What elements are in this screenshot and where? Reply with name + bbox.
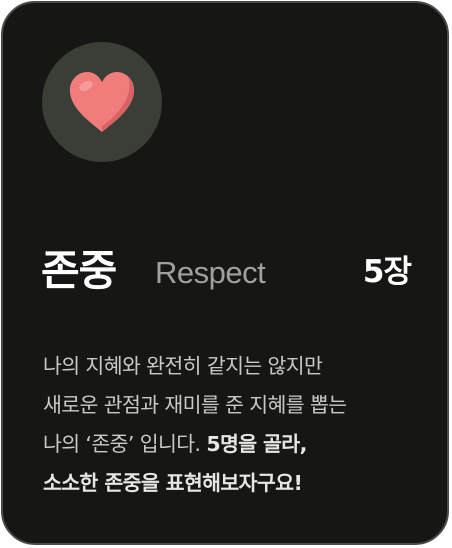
card-description: 나의 지혜와 완전히 같지는 않지만 새로운 관점과 재미를 준 지혜를 뽑는 … xyxy=(43,347,443,503)
respect-card[interactable]: 존중 Respect 5장 나의 지혜와 완전히 같지는 않지만 새로운 관점과… xyxy=(1,1,449,545)
description-text: 나의 ‘존중’ 입니다. xyxy=(43,432,207,456)
description-emphasis: 5명을 골라, xyxy=(206,432,307,456)
card-subtitle: Respect xyxy=(155,255,266,290)
description-line: 나의 지혜와 완전히 같지는 않지만 xyxy=(43,354,323,378)
card-count: 5장 xyxy=(362,254,412,290)
icon-badge xyxy=(42,42,162,162)
heart-icon xyxy=(69,72,135,132)
description-line: 나의 ‘존중’ 입니다. 5명을 골라, xyxy=(43,425,443,464)
card-title: 존중 xyxy=(41,246,117,295)
title-row: 존중 Respect 5장 xyxy=(41,239,412,309)
description-line: 새로운 관점과 재미를 준 지혜를 뽑는 xyxy=(43,393,347,417)
description-emphasis-line: 소소한 존중을 표현해보자구요! xyxy=(43,471,303,495)
